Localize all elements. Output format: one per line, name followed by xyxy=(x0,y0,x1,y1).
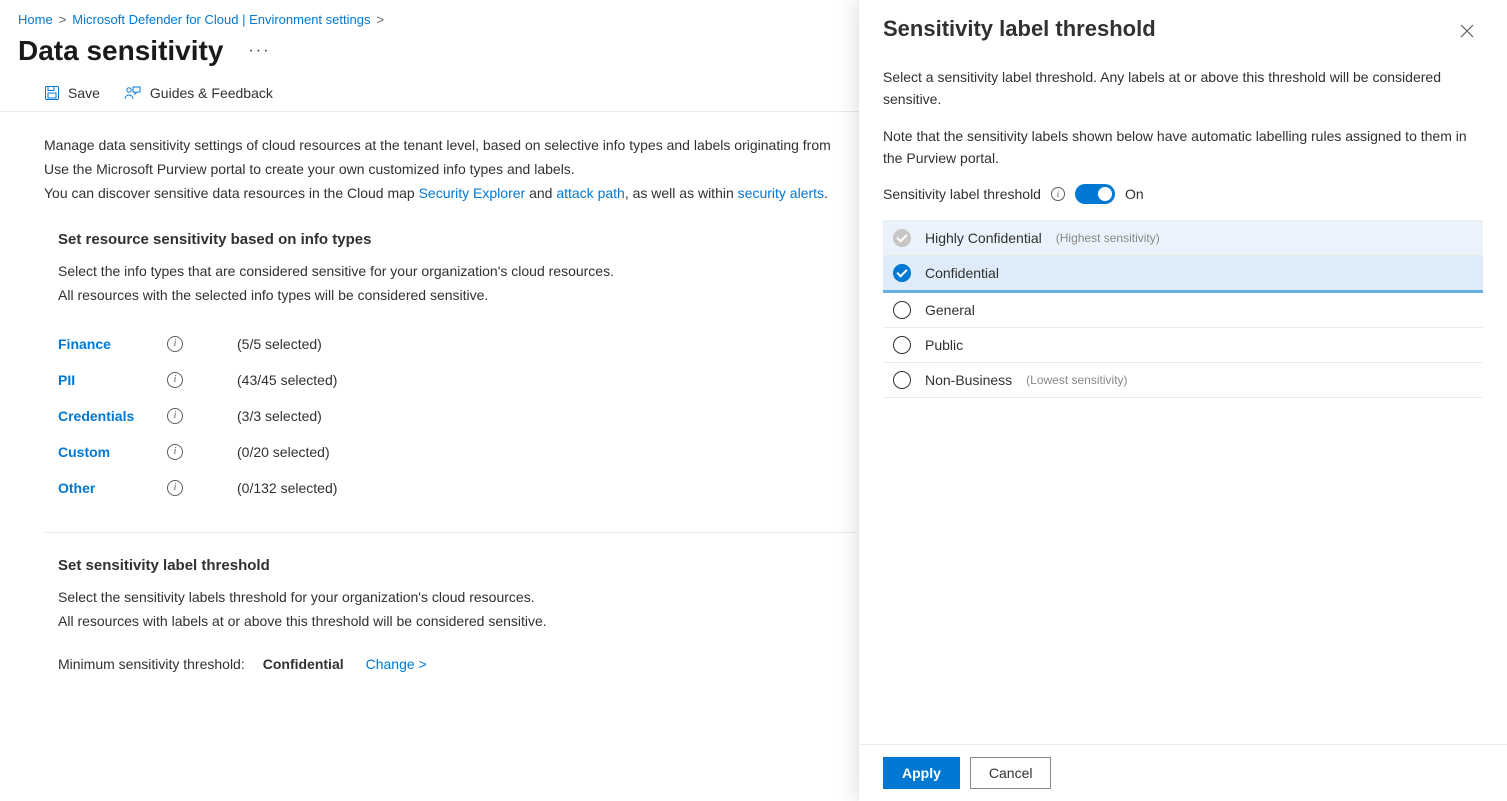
infotype-link-credentials[interactable]: Credentials xyxy=(58,408,153,424)
infotype-row: Credentials i (3/3 selected) xyxy=(58,398,856,434)
lead-text: Manage data sensitivity settings of clou… xyxy=(44,134,856,205)
info-icon[interactable]: i xyxy=(1051,187,1065,201)
sensitivity-label-option[interactable]: Confidential xyxy=(883,256,1483,293)
threshold-toggle[interactable] xyxy=(1075,184,1115,204)
radio-icon xyxy=(893,264,911,282)
chevron-right-icon: > xyxy=(59,12,67,27)
info-icon[interactable]: i xyxy=(167,444,183,460)
guides-feedback-button[interactable]: Guides & Feedback xyxy=(124,85,273,101)
label-name: Highly Confidential xyxy=(925,230,1042,246)
sensitivity-label-option[interactable]: Highly Confidential (Highest sensitivity… xyxy=(883,221,1483,256)
radio-icon xyxy=(893,229,911,247)
infotypes-list: Finance i (5/5 selected) PII i (43/45 se… xyxy=(58,326,856,506)
cancel-button[interactable]: Cancel xyxy=(970,757,1052,789)
info-icon[interactable]: i xyxy=(167,408,183,424)
infotype-link-pii[interactable]: PII xyxy=(58,372,153,388)
radio-icon xyxy=(893,301,911,319)
save-label: Save xyxy=(68,85,100,101)
panel-desc-1: Select a sensitivity label threshold. An… xyxy=(883,66,1483,111)
info-icon[interactable]: i xyxy=(167,372,183,388)
sensitivity-label-option[interactable]: General xyxy=(883,293,1483,328)
infotype-link-custom[interactable]: Custom xyxy=(58,444,153,460)
section-divider xyxy=(44,532,856,533)
label-name: Public xyxy=(925,337,963,353)
close-button[interactable] xyxy=(1451,16,1483,48)
label-hint: (Lowest sensitivity) xyxy=(1026,373,1127,387)
info-icon[interactable]: i xyxy=(167,480,183,496)
radio-icon xyxy=(893,336,911,354)
guides-label: Guides & Feedback xyxy=(150,85,273,101)
infotypes-desc: Select the info types that are considere… xyxy=(58,260,856,308)
link-attack-path[interactable]: attack path xyxy=(556,185,625,201)
label-name: General xyxy=(925,302,975,318)
infotypes-heading: Set resource sensitivity based on info t… xyxy=(58,231,856,248)
label-name: Confidential xyxy=(925,265,999,281)
infotype-row: Custom i (0/20 selected) xyxy=(58,434,856,470)
threshold-desc: Select the sensitivity labels threshold … xyxy=(58,586,856,634)
infotype-row: PII i (43/45 selected) xyxy=(58,362,856,398)
chevron-right-icon: > xyxy=(376,12,384,27)
infotype-link-finance[interactable]: Finance xyxy=(58,336,153,352)
toggle-state: On xyxy=(1125,186,1144,202)
infotype-link-other[interactable]: Other xyxy=(58,480,153,496)
breadcrumb-defender[interactable]: Microsoft Defender for Cloud | Environme… xyxy=(72,12,370,27)
page-title: Data sensitivity xyxy=(18,35,223,67)
apply-button[interactable]: Apply xyxy=(883,757,960,789)
threshold-heading: Set sensitivity label threshold xyxy=(58,557,856,574)
toggle-label: Sensitivity label threshold xyxy=(883,186,1041,202)
link-security-explorer[interactable]: Security Explorer xyxy=(419,185,526,201)
infotype-count: (5/5 selected) xyxy=(237,336,322,352)
info-icon[interactable]: i xyxy=(167,336,183,352)
threshold-value: Confidential xyxy=(263,656,344,672)
close-icon xyxy=(1460,24,1474,38)
infotype-count: (3/3 selected) xyxy=(237,408,322,424)
more-button[interactable]: ··· xyxy=(239,35,279,67)
save-button[interactable]: Save xyxy=(44,85,100,101)
infotype-row: Finance i (5/5 selected) xyxy=(58,326,856,362)
infotype-count: (43/45 selected) xyxy=(237,372,337,388)
threshold-label: Minimum sensitivity threshold: xyxy=(58,656,245,672)
save-icon xyxy=(44,85,60,101)
sensitivity-label-option[interactable]: Public xyxy=(883,328,1483,363)
radio-icon xyxy=(893,371,911,389)
main-content: Manage data sensitivity settings of clou… xyxy=(0,112,900,694)
label-name: Non-Business xyxy=(925,372,1012,388)
infotype-row: Other i (0/132 selected) xyxy=(58,470,856,506)
infotype-count: (0/20 selected) xyxy=(237,444,330,460)
person-feedback-icon xyxy=(124,85,142,101)
panel-desc-2: Note that the sensitivity labels shown b… xyxy=(883,125,1483,170)
sensitivity-label-option[interactable]: Non-Business (Lowest sensitivity) xyxy=(883,363,1483,397)
change-threshold-link[interactable]: Change > xyxy=(366,656,427,672)
label-hint: (Highest sensitivity) xyxy=(1056,231,1160,245)
panel-title: Sensitivity label threshold xyxy=(883,16,1156,42)
link-security-alerts[interactable]: security alerts xyxy=(738,185,824,201)
breadcrumb-home[interactable]: Home xyxy=(18,12,53,27)
threshold-panel: Sensitivity label threshold Select a sen… xyxy=(859,0,1507,801)
infotype-count: (0/132 selected) xyxy=(237,480,337,496)
sensitivity-label-list: Highly Confidential (Highest sensitivity… xyxy=(883,220,1483,398)
